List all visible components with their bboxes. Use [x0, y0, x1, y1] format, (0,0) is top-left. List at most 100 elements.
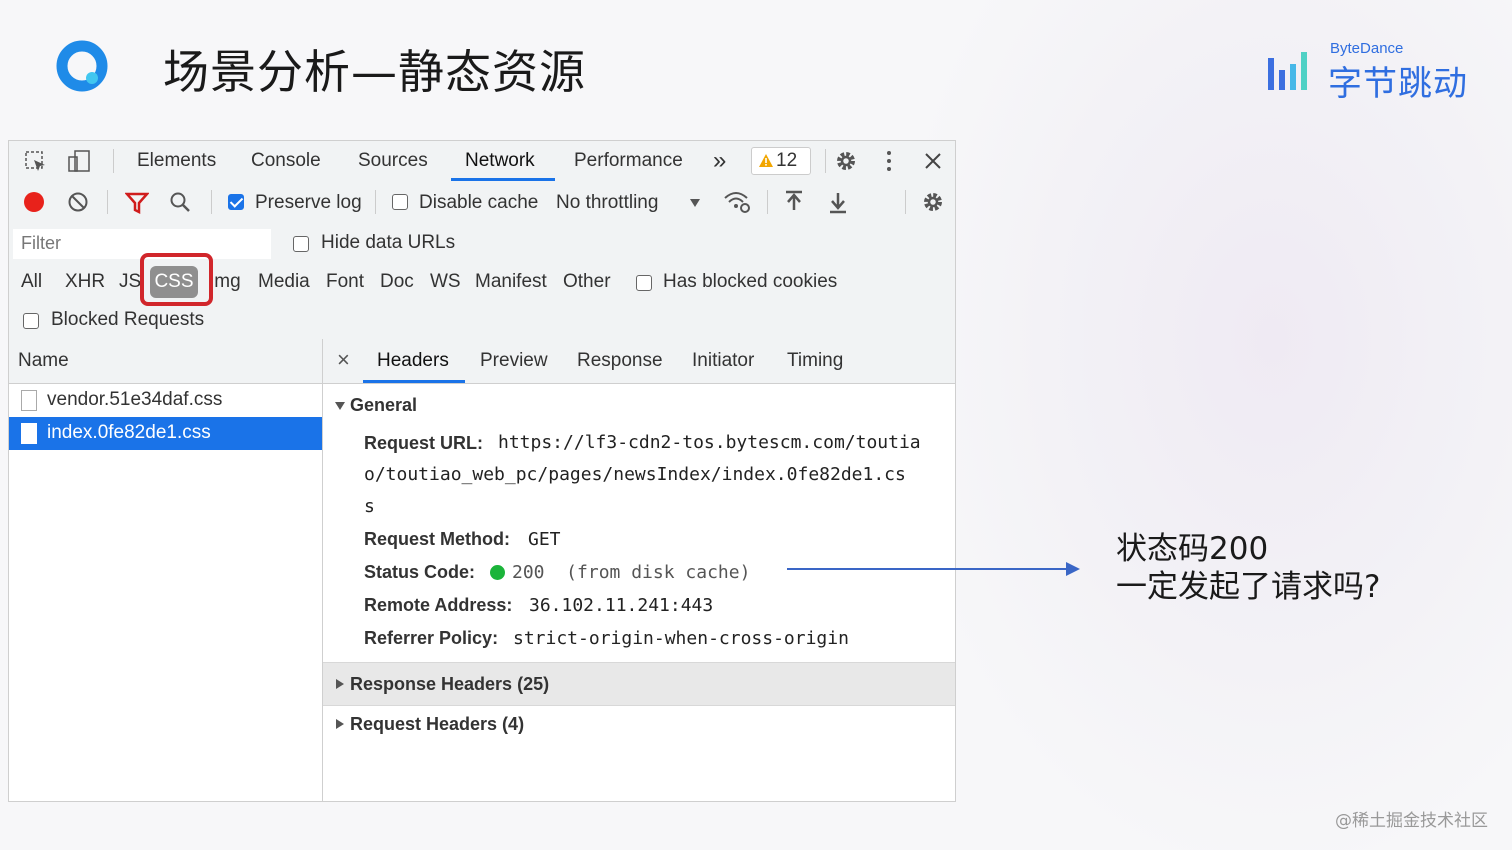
- type-filter-all[interactable]: All: [21, 271, 42, 293]
- clear-icon[interactable]: [67, 191, 89, 213]
- status-code-label: Status Code:: [364, 562, 476, 582]
- request-url-value-line3: s: [364, 496, 375, 517]
- annotation-arrow: [787, 568, 1069, 570]
- expand-triangle-icon[interactable]: [335, 402, 345, 410]
- general-section-title[interactable]: General: [350, 395, 417, 416]
- annotation-line-1: 状态码200: [1116, 531, 1269, 567]
- type-filter-xhr[interactable]: XHR: [65, 271, 105, 293]
- has-blocked-cookies-label: Has blocked cookies: [663, 271, 838, 292]
- request-row-selected[interactable]: index.0fe82de1.css: [9, 417, 322, 450]
- tab-initiator[interactable]: Initiator: [692, 350, 754, 372]
- warnings-badge[interactable]: 12: [751, 147, 811, 175]
- referrer-policy-label: Referrer Policy:: [364, 628, 499, 648]
- request-url-value-line2: o/toutiao_web_pc/pages/newsIndex/index.0…: [364, 464, 906, 485]
- device-toolbar-icon[interactable]: [67, 149, 91, 173]
- more-options-icon[interactable]: [885, 150, 893, 172]
- type-filter-img[interactable]: Img: [209, 271, 241, 293]
- status-code-value: 200 (from disk cache): [512, 562, 751, 583]
- type-filter-other[interactable]: Other: [563, 271, 611, 293]
- tab-headers-underline: [363, 380, 465, 383]
- type-filter-ws[interactable]: WS: [430, 271, 461, 293]
- annotation-line-2: 一定发起了请求吗?: [1116, 569, 1381, 605]
- type-filter-doc[interactable]: Doc: [380, 271, 414, 293]
- status-ok-icon: [490, 565, 505, 580]
- remote-address-value: 36.102.11.241:443: [529, 595, 714, 616]
- tab-preview[interactable]: Preview: [480, 350, 548, 372]
- detail-tab-bar: × Headers Preview Response Initiator Tim…: [323, 339, 955, 384]
- tab-response[interactable]: Response: [577, 350, 663, 372]
- collapse-triangle-icon: [336, 679, 344, 689]
- referrer-policy-value: strict-origin-when-cross-origin: [513, 628, 849, 649]
- blocked-requests-checkbox[interactable]: [23, 313, 39, 329]
- type-filter-manifest[interactable]: Manifest: [475, 271, 547, 293]
- file-icon: [21, 423, 37, 444]
- record-icon[interactable]: [23, 191, 45, 213]
- type-filter-font[interactable]: Font: [326, 271, 364, 293]
- remote-address-label: Remote Address:: [364, 595, 513, 615]
- slide-title: 场景分析—静态资源: [163, 45, 586, 99]
- close-devtools-icon[interactable]: [923, 151, 943, 171]
- network-toolbar: Preserve log Disable cache No throttling: [9, 181, 955, 224]
- tab-timing[interactable]: Timing: [787, 350, 843, 372]
- request-method-label: Request Method:: [364, 529, 510, 549]
- chevron-down-icon[interactable]: [689, 198, 701, 208]
- brand-name-cn: 字节跳动: [1328, 64, 1468, 104]
- name-column-header[interactable]: Name: [9, 339, 322, 384]
- bytedance-logo: ByteDance 字节跳动: [1268, 40, 1468, 104]
- throttling-select[interactable]: No throttling: [556, 192, 658, 214]
- hide-data-urls-label: Hide data URLs: [321, 232, 456, 253]
- devtools-panel: Elements Console Sources Network Perform…: [8, 140, 956, 802]
- response-headers-section[interactable]: Response Headers (25): [323, 662, 955, 706]
- hide-data-urls-checkbox[interactable]: [293, 236, 309, 252]
- warning-icon: [759, 154, 773, 167]
- arrow-head-icon: [1066, 562, 1080, 576]
- disable-cache-label: Disable cache: [419, 192, 539, 213]
- request-name: index.0fe82de1.css: [47, 422, 211, 443]
- footer-credit: @稀土掘金技术社区: [1335, 811, 1488, 831]
- search-icon[interactable]: [169, 191, 191, 213]
- disable-cache-checkbox[interactable]: [392, 194, 408, 210]
- response-headers-title: Response Headers (25): [350, 674, 550, 694]
- request-details: × Headers Preview Response Initiator Tim…: [323, 339, 955, 801]
- network-conditions-icon[interactable]: [723, 190, 751, 214]
- blocked-requests-label: Blocked Requests: [51, 309, 205, 330]
- course-logo-icon: [56, 40, 108, 92]
- settings-gear-icon[interactable]: [834, 149, 858, 173]
- background-illustration: [912, 0, 1512, 850]
- request-url-value-line1: https://lf3-cdn2-tos.bytescm.com/toutia: [498, 432, 921, 453]
- requests-list: Name vendor.51e34daf.css index.0fe82de1.…: [9, 339, 323, 801]
- import-har-icon[interactable]: [783, 190, 805, 214]
- inspect-element-icon[interactable]: [25, 151, 47, 173]
- request-headers-title[interactable]: Request Headers (4): [350, 714, 524, 735]
- bytedance-bars-icon: [1268, 52, 1307, 90]
- tab-network[interactable]: Network: [465, 150, 535, 172]
- collapse-triangle-icon[interactable]: [336, 719, 344, 729]
- tab-console[interactable]: Console: [251, 150, 321, 172]
- network-settings-icon[interactable]: [921, 190, 945, 214]
- type-filter-js[interactable]: JS: [119, 271, 141, 293]
- preserve-log-label: Preserve log: [255, 192, 362, 213]
- request-method-value: GET: [528, 529, 561, 550]
- type-filter-media[interactable]: Media: [258, 271, 310, 293]
- request-url-label: Request URL:: [364, 433, 484, 453]
- tab-headers[interactable]: Headers: [377, 350, 449, 372]
- file-icon: [21, 390, 37, 411]
- has-blocked-cookies-checkbox[interactable]: [636, 275, 652, 291]
- tab-performance[interactable]: Performance: [574, 150, 683, 172]
- filter-icon[interactable]: [125, 192, 149, 214]
- brand-name-en: ByteDance: [1330, 40, 1404, 57]
- devtools-tab-bar: Elements Console Sources Network Perform…: [9, 141, 955, 182]
- annotation-text: 状态码200 一定发起了请求吗?: [1116, 530, 1380, 606]
- close-details-button[interactable]: ×: [337, 347, 350, 373]
- more-tabs-button[interactable]: »: [713, 147, 726, 175]
- tab-sources[interactable]: Sources: [358, 150, 428, 172]
- tab-elements[interactable]: Elements: [137, 150, 216, 172]
- warning-count: 12: [776, 150, 798, 171]
- request-row[interactable]: vendor.51e34daf.css: [9, 384, 322, 417]
- export-har-icon[interactable]: [827, 190, 849, 214]
- preserve-log-checkbox[interactable]: [228, 194, 244, 210]
- name-column-label: Name: [18, 350, 69, 371]
- request-name: vendor.51e34daf.css: [47, 389, 223, 410]
- filter-placeholder: Filter: [21, 233, 61, 253]
- css-filter-highlight-box: [140, 253, 213, 306]
